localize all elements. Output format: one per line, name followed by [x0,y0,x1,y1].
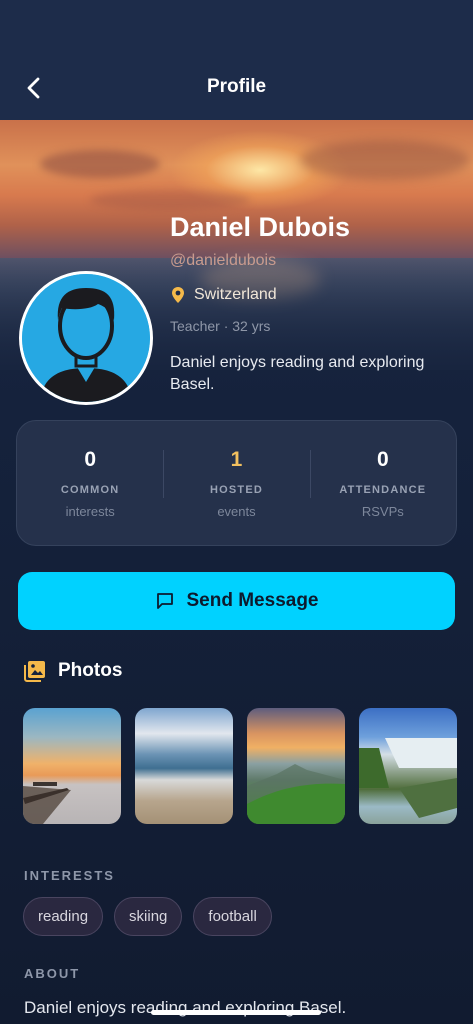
interest-chip[interactable]: football [193,897,272,936]
profile-bio: Daniel enjoys reading and exploring Base… [170,354,425,393]
photo-thumbnail-beach-waves[interactable] [135,708,233,824]
stat-value: 1 [230,447,243,471]
page-title: Profile [206,76,267,97]
stat-sub: RSVPs [361,503,404,519]
send-message-button[interactable]: Send Message [18,572,455,630]
person-avatar-icon [22,274,150,402]
photo-thumbnail-green-hills[interactable] [247,708,345,824]
about-label: ABOUT [24,966,81,981]
stat-value: 0 [376,447,389,471]
stat-common: 0 COMMON interests [17,448,163,519]
stats-card: 0 COMMON interests 1 HOSTED events 0 ATT… [16,420,457,546]
photos-header: Photos [24,660,122,682]
interest-chip[interactable]: reading [23,897,104,936]
stat-label: HOSTED [209,483,264,496]
location-text: Switzerland [194,286,277,303]
stat-hosted: 1 HOSTED events [163,448,309,519]
photos-title: Photos [58,660,123,681]
interests-label: INTERESTS [24,868,115,883]
send-message-label: Send Message [186,590,319,611]
photo-album-icon [24,661,45,682]
stat-sub: interests [65,503,115,519]
hills-image [247,764,345,824]
pier-image [23,782,71,824]
photo-thumbnail-waterfall[interactable] [359,708,457,824]
message-square-icon [156,593,173,609]
interests-chips: reading skiing football [23,897,272,936]
waterfall-image [359,738,457,818]
avatar[interactable] [19,271,153,405]
stat-value: 0 [84,447,96,471]
map-pin-icon [172,287,184,303]
photo-thumbnail-pier-sunset[interactable] [23,708,121,824]
about-text: Daniel enjoys reading and exploring Base… [24,998,347,1017]
stat-label: ATTENDANCE [339,483,427,496]
home-indicator [151,1010,321,1015]
profile-screen: Profile Daniel Dubois @danieldubois Swit… [0,0,473,1024]
interest-chip[interactable]: skiing [114,897,183,936]
profile-name: Daniel Dubois [170,212,351,242]
stat-sub: events [217,503,256,519]
stat-label: COMMON [60,483,120,496]
profile-handle: @danieldubois [170,252,277,269]
profile-meta: Teacher · 32 yrs [170,318,271,334]
top-bar: Profile [0,0,473,120]
stat-attendance: 0 ATTENDANCE RSVPs [309,447,456,519]
profile-location: Switzerland [170,286,277,304]
